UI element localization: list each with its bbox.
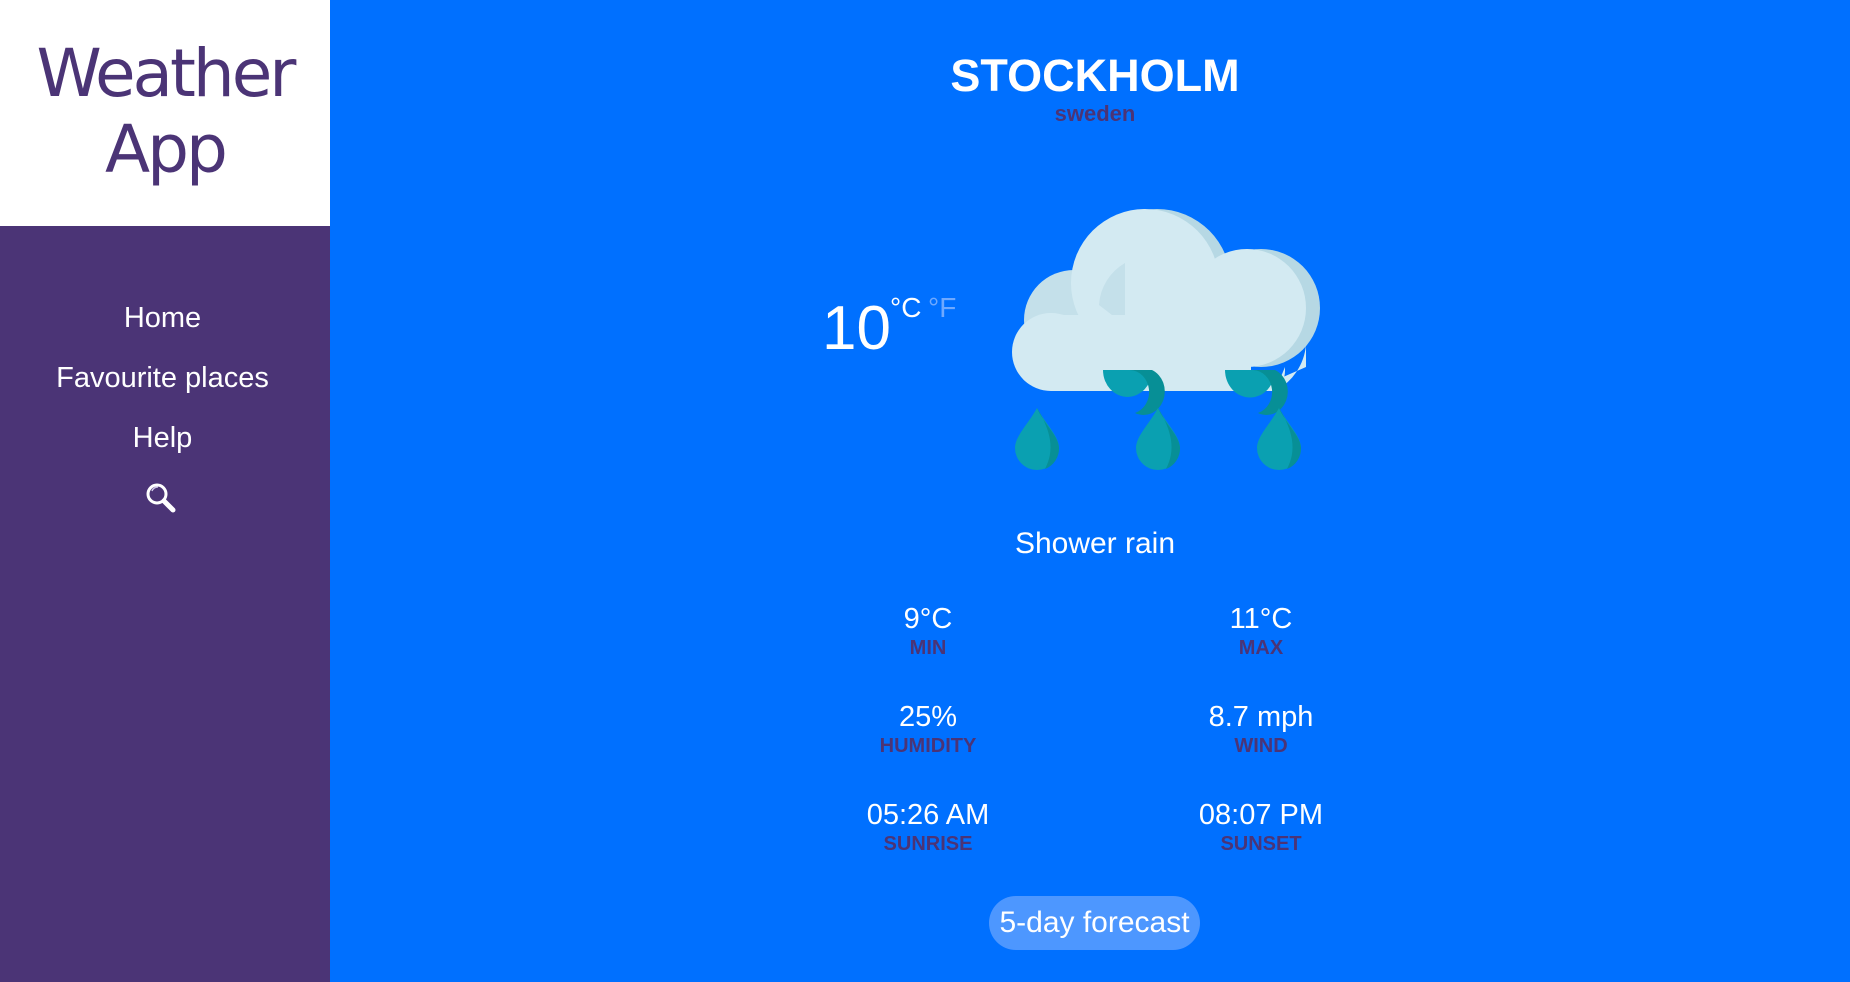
nav-item-help[interactable]: Help: [0, 420, 325, 456]
nav-item-favourite-places[interactable]: Favourite places: [0, 360, 325, 396]
sidebar: Weather App Home Favourite places Help: [0, 0, 330, 982]
search-icon[interactable]: [144, 481, 178, 515]
stat-wind-value: 8.7 mph: [1208, 701, 1314, 733]
current-temperature: 10: [822, 294, 891, 363]
stat-min-value: 9°C: [903, 603, 953, 635]
stat-wind: 8.7 mph WIND: [1131, 700, 1391, 758]
app-logo-line-2: App: [105, 111, 228, 188]
city-name: STOCKHOLM: [950, 50, 1240, 101]
stat-sunrise-value: 05:26 AM: [866, 799, 990, 831]
country-name: sweden: [1054, 101, 1136, 126]
stat-humidity-value: 25%: [898, 701, 958, 733]
stat-humidity: 25% HUMIDITY: [798, 700, 1058, 758]
stat-min: 9°C MIN: [798, 602, 1058, 660]
nav-item-home[interactable]: Home: [0, 300, 325, 336]
stat-wind-label: WIND: [1234, 735, 1288, 757]
unit-fahrenheit-toggle[interactable]: °F: [928, 292, 956, 324]
stat-sunset-label: SUNSET: [1220, 833, 1302, 855]
app-logo: Weather App: [0, 0, 330, 226]
stat-sunrise-label: SUNRISE: [883, 833, 973, 855]
stat-max-label: MAX: [1238, 637, 1284, 659]
stat-min-label: MIN: [909, 637, 947, 659]
main-panel: [330, 0, 1850, 982]
stat-humidity-label: HUMIDITY: [879, 735, 977, 757]
rain-cloud-icon: [985, 195, 1330, 470]
stat-sunset: 08:07 PM SUNSET: [1131, 798, 1391, 856]
five-day-forecast-button[interactable]: 5-day forecast: [989, 896, 1200, 950]
stat-sunset-value: 08:07 PM: [1198, 799, 1324, 831]
weather-description: Shower rain: [1014, 527, 1176, 560]
unit-celsius-toggle[interactable]: °C: [890, 292, 921, 324]
stat-max: 11°C MAX: [1131, 602, 1391, 660]
stat-max-value: 11°C: [1229, 603, 1293, 635]
stat-sunrise: 05:26 AM SUNRISE: [798, 798, 1058, 856]
app-logo-line-1: Weather: [36, 35, 297, 112]
